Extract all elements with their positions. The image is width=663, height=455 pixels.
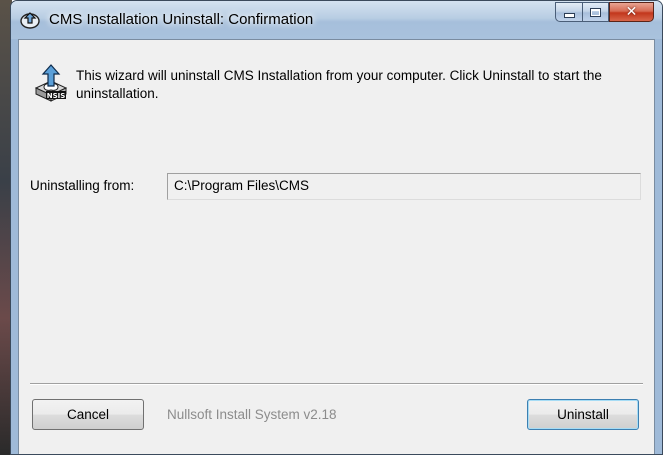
uninstall-button[interactable]: Uninstall bbox=[527, 399, 639, 430]
maximize-button[interactable] bbox=[582, 2, 609, 22]
uninstall-from-label: Uninstalling from: bbox=[30, 178, 135, 193]
uninstall-window: CMS Installation Uninstall: Confirmation… bbox=[10, 0, 663, 455]
close-button[interactable]: ✕ bbox=[609, 2, 654, 22]
close-icon: ✕ bbox=[625, 4, 638, 20]
uninstall-path-field[interactable]: C:\Program Files\CMS bbox=[167, 173, 641, 200]
svg-text:NSIS: NSIS bbox=[47, 92, 66, 100]
wizard-description: This wizard will uninstall CMS Installat… bbox=[76, 68, 602, 101]
minimize-icon bbox=[563, 13, 575, 18]
minimize-button[interactable] bbox=[555, 2, 582, 22]
cancel-button[interactable]: Cancel bbox=[32, 399, 144, 430]
window-title: CMS Installation Uninstall: Confirmation bbox=[49, 11, 314, 28]
maximize-icon bbox=[590, 7, 601, 17]
title-bar[interactable]: CMS Installation Uninstall: Confirmation… bbox=[11, 1, 662, 39]
dialog-body: NSIS This wizard will uninstall CMS Inst… bbox=[18, 39, 655, 454]
footer-divider bbox=[30, 383, 643, 385]
nsis-branding-text: Nullsoft Install System v2.18 bbox=[167, 407, 337, 422]
caption-buttons: ✕ bbox=[555, 2, 654, 23]
nsis-uninstall-icon: NSIS bbox=[34, 64, 68, 102]
nsis-installer-icon[interactable] bbox=[19, 10, 41, 30]
